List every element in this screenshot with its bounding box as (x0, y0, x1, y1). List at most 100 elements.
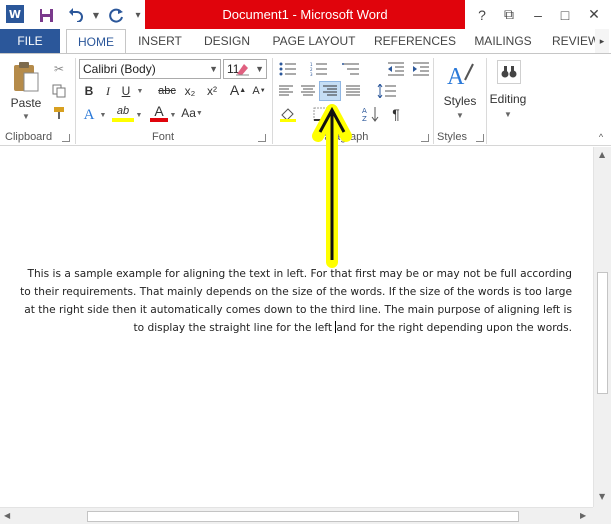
styles-button[interactable]: Styles (440, 94, 480, 108)
svg-text:A: A (447, 64, 465, 90)
shading-icon[interactable] (276, 104, 300, 124)
paste-dropdown-icon[interactable]: ▼ (20, 111, 32, 121)
tab-home[interactable]: HOME (66, 29, 126, 54)
editing-button[interactable]: Editing (488, 92, 528, 106)
multilevel-list-icon[interactable] (340, 59, 362, 79)
font-color-button[interactable]: A (150, 103, 168, 122)
font-size-dropdown-icon: ▼ (255, 64, 264, 74)
vertical-scrollbar[interactable]: ▲ ▼ (593, 147, 611, 507)
font-name-combo[interactable]: Calibri (Body) ▼ (79, 59, 221, 79)
styles-launcher-icon[interactable] (476, 134, 484, 142)
cut-icon[interactable]: ✂ (50, 60, 68, 78)
scroll-down-icon[interactable]: ▼ (599, 492, 605, 501)
justify-icon[interactable] (343, 81, 363, 101)
scroll-left-icon[interactable]: ◀ (4, 511, 10, 520)
horizontal-scrollbar[interactable]: ◀ ▶ (0, 507, 593, 524)
shrink-font-icon: A (252, 85, 260, 97)
font-name-value: Calibri (Body) (83, 62, 156, 76)
styles-dropdown-icon[interactable]: ▼ (454, 110, 466, 120)
decrease-font-size-button[interactable]: A ▼ (250, 82, 268, 100)
tab-insert[interactable]: INSERT (131, 29, 189, 53)
clear-formatting-icon[interactable] (232, 60, 252, 78)
paste-icon[interactable] (10, 60, 42, 94)
scroll-corner (593, 507, 611, 524)
copy-icon[interactable] (50, 82, 68, 100)
strikethrough-button[interactable]: abc (154, 82, 180, 100)
underline-button[interactable]: U (117, 82, 135, 100)
undo-icon[interactable] (66, 5, 86, 25)
paragraph-launcher-icon[interactable] (421, 134, 429, 142)
font-launcher-icon[interactable] (258, 134, 266, 142)
ribbon-tabs: FILE HOME INSERT DESIGN PAGE LAYOUT REFE… (0, 29, 611, 54)
ribbon: Paste ▼ ✂ Clipboard Calibri (Body) ▼ 11 … (0, 53, 611, 146)
tab-design[interactable]: DESIGN (197, 29, 257, 53)
bullets-icon[interactable] (277, 59, 299, 79)
styles-group-label: Styles (437, 131, 467, 143)
line-spacing-icon[interactable] (375, 81, 399, 101)
grow-font-icon: A (229, 82, 240, 98)
clipboard-launcher-icon[interactable] (62, 134, 70, 142)
clipboard-group-label: Clipboard (5, 131, 53, 143)
close-button[interactable]: ✕ (581, 0, 607, 29)
align-left-icon[interactable] (276, 81, 296, 101)
sort-icon[interactable]: AZ (360, 104, 382, 124)
decrease-indent-icon[interactable] (385, 59, 407, 79)
undo-dropdown-icon[interactable]: ▼ (86, 5, 106, 25)
font-color-dropdown-icon[interactable]: ▼ (168, 109, 178, 121)
scroll-up-icon[interactable]: ▲ (599, 150, 605, 159)
change-case-label: Aa (181, 106, 196, 120)
collapse-ribbon-icon[interactable]: ^ (595, 132, 607, 142)
help-button[interactable]: ? (469, 0, 495, 29)
word-logo-icon[interactable]: W (6, 5, 24, 23)
highlighted-arrow-annotation (312, 104, 352, 268)
save-icon[interactable] (36, 5, 56, 25)
document-paragraph[interactable]: This is a sample example for aligning th… (16, 265, 572, 337)
increase-font-size-button[interactable]: A ▲ (228, 80, 248, 100)
horizontal-scroll-thumb[interactable] (87, 511, 519, 522)
paste-button[interactable]: Paste (6, 96, 46, 110)
numbering-icon[interactable]: 123 (308, 59, 330, 79)
maximize-button[interactable]: □ (552, 0, 578, 29)
document-canvas[interactable]: This is a sample example for aligning th… (0, 147, 593, 507)
svg-text:Z: Z (362, 115, 367, 122)
styles-icon[interactable]: A (444, 60, 476, 92)
align-center-icon[interactable] (298, 81, 318, 101)
group-divider (486, 58, 487, 144)
ribbon-display-options-button[interactable]: ⧉ (496, 0, 522, 29)
tabs-scroll-right-icon[interactable]: ▸ (595, 29, 609, 53)
bold-button[interactable]: B (80, 82, 98, 100)
tab-references[interactable]: REFERENCES (370, 29, 460, 53)
font-name-dropdown-icon: ▼ (209, 64, 218, 74)
svg-text:3: 3 (310, 72, 313, 76)
tab-page-layout[interactable]: PAGE LAYOUT (266, 29, 362, 53)
editing-dropdown-icon[interactable]: ▼ (502, 109, 514, 119)
svg-text:A: A (362, 107, 367, 115)
show-formatting-button[interactable]: ¶ (386, 104, 406, 124)
superscript-button[interactable]: x² (203, 82, 221, 100)
minimize-button[interactable]: – (525, 0, 551, 29)
underline-dropdown-icon[interactable]: ▼ (135, 84, 145, 98)
highlight-dropdown-icon[interactable]: ▼ (134, 109, 144, 121)
paragraph-text-after-cursor: and for the right depending upon the wor… (336, 322, 572, 334)
increase-indent-icon[interactable] (410, 59, 432, 79)
tab-file[interactable]: FILE (0, 29, 60, 53)
format-painter-icon[interactable] (50, 104, 68, 122)
window-title: Document1 - Microsoft Word (145, 0, 465, 29)
align-right-icon[interactable] (319, 81, 341, 101)
redo-icon[interactable] (106, 5, 126, 25)
group-divider (272, 58, 273, 144)
editing-icon[interactable] (497, 60, 521, 84)
group-divider (75, 58, 76, 144)
title-bar: W ▼ ▾ Document1 - Microsoft Word ? ⧉ – □… (0, 0, 611, 29)
text-effects-button[interactable]: A (80, 106, 98, 124)
tab-mailings[interactable]: MAILINGS (468, 29, 538, 53)
change-case-button[interactable]: Aa ▼ (181, 104, 203, 122)
scroll-right-icon[interactable]: ▶ (580, 511, 586, 520)
vertical-scroll-thumb[interactable] (597, 272, 608, 394)
text-effects-dropdown-icon[interactable]: ▼ (98, 109, 108, 121)
subscript-button[interactable]: x₂ (181, 82, 199, 100)
font-group-label: Font (152, 131, 175, 143)
italic-button[interactable]: I (99, 82, 117, 100)
highlight-button[interactable]: ab (112, 104, 134, 122)
group-divider (433, 58, 434, 144)
